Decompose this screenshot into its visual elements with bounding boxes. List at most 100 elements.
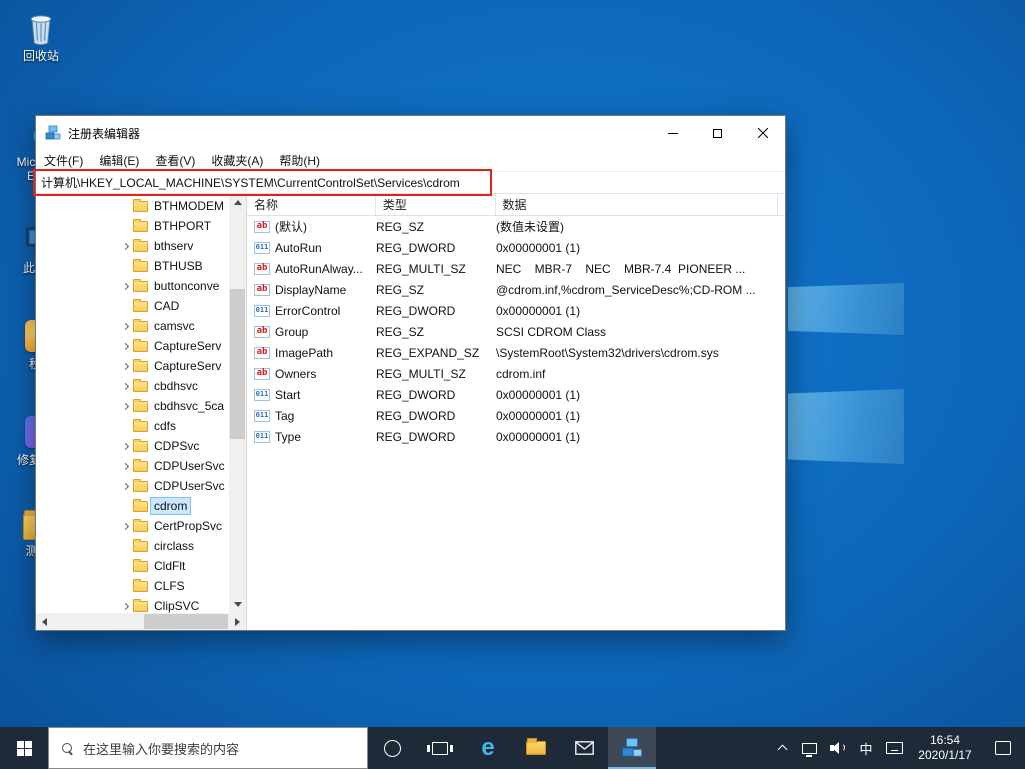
tree-item[interactable]: BTHPORT [36, 216, 229, 236]
tree-item[interactable]: circlass [36, 536, 229, 556]
chevron-right-icon[interactable] [120, 361, 130, 371]
registry-value-row[interactable]: AutoRunAlway... REG_MULTI_SZ NEC MBR-7 N… [247, 258, 785, 279]
tree-item[interactable]: ClipSVC [36, 596, 229, 613]
registry-value-row[interactable]: AutoRun REG_DWORD 0x00000001 (1) [247, 237, 785, 258]
tree-item[interactable]: BTHMODEM [36, 196, 229, 216]
network-button[interactable] [795, 727, 823, 769]
registry-editor-taskbar-button[interactable] [608, 727, 656, 769]
registry-value-row[interactable]: ErrorControl REG_DWORD 0x00000001 (1) [247, 300, 785, 321]
menu-favorites[interactable]: 收藏夹(A) [203, 150, 271, 172]
task-view-button[interactable] [416, 727, 464, 769]
chevron-right-icon[interactable] [120, 281, 130, 291]
tree-item[interactable]: CDPUserSvc [36, 476, 229, 496]
file-explorer-icon [526, 741, 546, 755]
chevron-right-icon[interactable] [120, 341, 130, 351]
tree-item-label: bthserv [151, 238, 196, 254]
title-bar[interactable]: 注册表编辑器 [36, 116, 785, 150]
minimize-button[interactable] [650, 116, 695, 150]
menu-file[interactable]: 文件(F) [36, 150, 91, 172]
chevron-right-icon[interactable] [120, 321, 130, 331]
tree-item[interactable]: CLFS [36, 576, 229, 596]
tree-item[interactable]: cdrom [36, 496, 229, 516]
value-name: AutoRunAlway... [275, 262, 363, 276]
chevron-right-icon[interactable] [120, 461, 130, 471]
edge-taskbar-button[interactable]: e [464, 727, 512, 769]
chevron-right-icon[interactable] [120, 521, 130, 531]
tree-item[interactable]: CaptureServ [36, 336, 229, 356]
scroll-left-button[interactable] [36, 613, 53, 630]
registry-value-row[interactable]: Owners REG_MULTI_SZ cdrom.inf [247, 363, 785, 384]
scroll-down-button[interactable] [229, 596, 246, 613]
folder-icon [133, 261, 148, 272]
desktop-icon-recycle-bin[interactable]: 回收站 [12, 10, 70, 63]
registry-value-row[interactable]: Start REG_DWORD 0x00000001 (1) [247, 384, 785, 405]
tree-item[interactable]: BTHUSB [36, 256, 229, 276]
maximize-icon [713, 129, 722, 138]
menu-help[interactable]: 帮助(H) [271, 150, 328, 172]
touch-keyboard-button[interactable] [879, 727, 909, 769]
action-center-button[interactable] [981, 727, 1025, 769]
tray-overflow-button[interactable] [769, 727, 795, 769]
vertical-scroll-thumb[interactable] [230, 289, 245, 439]
chevron-right-icon[interactable] [120, 481, 130, 491]
tree-item[interactable]: CDPSvc [36, 436, 229, 456]
registry-value-row[interactable]: Group REG_SZ SCSI CDROM Class [247, 321, 785, 342]
tree-item-label: cbdhsvc_5ca [151, 398, 227, 414]
scroll-up-button[interactable] [229, 194, 246, 211]
mail-button[interactable] [560, 727, 608, 769]
cortana-icon [384, 740, 401, 757]
column-header-name[interactable]: 名称 [247, 194, 376, 215]
tree-item[interactable]: CaptureServ [36, 356, 229, 376]
list-header: 名称 类型 数据 [247, 194, 785, 216]
registry-value-row[interactable]: (默认) REG_SZ (数值未设置) [247, 216, 785, 237]
value-type-icon [254, 410, 270, 422]
chevron-right-icon[interactable] [120, 241, 130, 251]
value-name: DisplayName [275, 283, 346, 297]
tree-item[interactable]: buttonconve [36, 276, 229, 296]
value-data: SCSI CDROM Class [496, 325, 785, 339]
tree-item[interactable]: bthserv [36, 236, 229, 256]
registry-value-row[interactable]: ImagePath REG_EXPAND_SZ \SystemRoot\Syst… [247, 342, 785, 363]
column-header-type[interactable]: 类型 [376, 194, 496, 215]
tree-item[interactable]: cbdhsvc_5ca [36, 396, 229, 416]
tree-item[interactable]: CDPUserSvc [36, 456, 229, 476]
value-name: Start [275, 388, 300, 402]
address-bar[interactable]: 计算机\HKEY_LOCAL_MACHINE\SYSTEM\CurrentCon… [36, 172, 785, 194]
horizontal-scroll-thumb[interactable] [144, 614, 228, 629]
taskbar-search-box[interactable]: 在这里输入你要搜索的内容 [48, 727, 368, 769]
tree-item-label: BTHPORT [151, 218, 214, 234]
chevron-right-icon[interactable] [120, 381, 130, 391]
registry-value-row[interactable]: DisplayName REG_SZ @cdrom.inf,%cdrom_Ser… [247, 279, 785, 300]
menu-view[interactable]: 查看(V) [147, 150, 203, 172]
tree-vertical-scrollbar[interactable] [229, 194, 246, 613]
menu-edit[interactable]: 编辑(E) [91, 150, 147, 172]
registry-values-list: (默认) REG_SZ (数值未设置) AutoRun REG_DWORD 0x… [247, 216, 785, 630]
close-button[interactable] [740, 116, 785, 150]
tree-item[interactable]: cdfs [36, 416, 229, 436]
scroll-right-button[interactable] [229, 613, 246, 630]
tree-item[interactable]: CldFlt [36, 556, 229, 576]
registry-value-row[interactable]: Tag REG_DWORD 0x00000001 (1) [247, 405, 785, 426]
cortana-button[interactable] [368, 727, 416, 769]
tree-horizontal-scrollbar[interactable] [36, 613, 246, 630]
start-button[interactable] [0, 727, 48, 769]
registry-value-row[interactable]: Type REG_DWORD 0x00000001 (1) [247, 426, 785, 447]
arrow-right-icon [235, 618, 240, 626]
chevron-right-icon[interactable] [120, 601, 130, 611]
tree-item[interactable]: CAD [36, 296, 229, 316]
tree-item[interactable]: cbdhsvc [36, 376, 229, 396]
value-type-icon [254, 242, 270, 254]
maximize-button[interactable] [695, 116, 740, 150]
file-explorer-button[interactable] [512, 727, 560, 769]
column-header-data[interactable]: 数据 [496, 194, 778, 215]
taskbar-clock[interactable]: 16:54 2020/1/17 [909, 727, 981, 769]
chevron-right-icon[interactable] [120, 401, 130, 411]
tree-item[interactable]: camsvc [36, 316, 229, 336]
folder-icon [133, 381, 148, 392]
ime-indicator[interactable]: 中 [853, 727, 879, 769]
volume-button[interactable] [823, 727, 853, 769]
chevron-right-icon[interactable] [120, 441, 130, 451]
folder-icon [133, 401, 148, 412]
tree-item[interactable]: CertPropSvc [36, 516, 229, 536]
value-data: \SystemRoot\System32\drivers\cdrom.sys [496, 346, 785, 360]
